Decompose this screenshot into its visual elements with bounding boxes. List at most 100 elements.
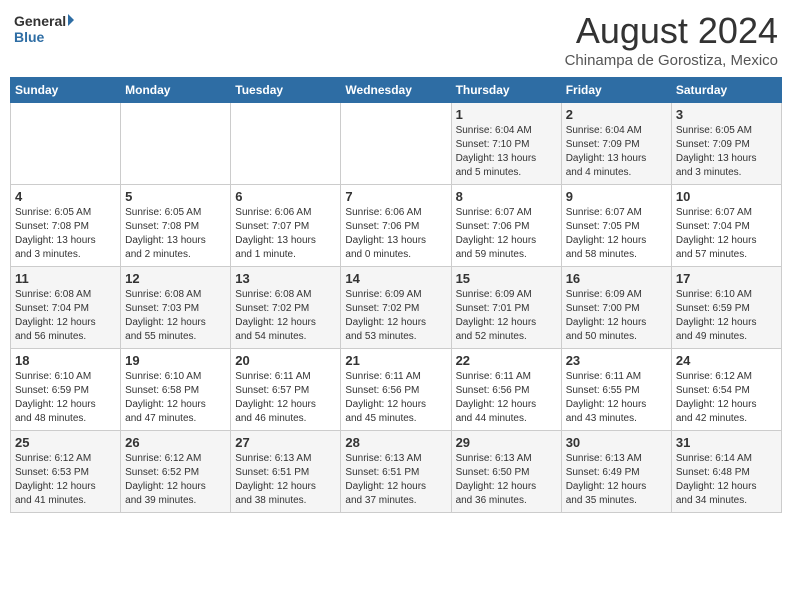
table-cell	[11, 103, 121, 185]
day-number: 5	[125, 189, 226, 204]
day-number: 28	[345, 435, 446, 450]
weekday-header-friday: Friday	[561, 78, 671, 103]
table-cell: 30Sunrise: 6:13 AM Sunset: 6:49 PM Dayli…	[561, 431, 671, 513]
table-cell: 13 Sunrise: 6:08 AM Sunset: 7:02 PM Dayli…	[231, 267, 341, 349]
day-number: 26	[125, 435, 226, 450]
table-cell: 5 Sunrise: 6:05 AM Sunset: 7:08 PM Daylig…	[121, 185, 231, 267]
day-number: 12	[125, 271, 226, 286]
title-block: August 2024 Chinampa de Gorostiza, Mexic…	[565, 10, 778, 69]
day-number: 1	[456, 107, 557, 122]
cell-info: Sunrise: 6:08 AM Sunset: 7:02 PM Dayligh…	[235, 288, 336, 344]
table-cell: 21Sunrise: 6:11 AM Sunset: 6:56 PM Dayli…	[341, 349, 451, 431]
day-number: 21	[345, 353, 446, 368]
week-row-4: 18 Sunrise: 6:10 AM Sunset: 6:59 PM Dayli…	[11, 349, 782, 431]
day-number: 29	[456, 435, 557, 450]
cell-info: Sunrise: 6:14 AM Sunset: 6:48 PM Dayligh…	[676, 452, 777, 508]
cell-info: Sunrise: 6:12 AM Sunset: 6:52 PM Dayligh…	[125, 452, 226, 508]
table-cell: 19Sunrise: 6:10 AM Sunset: 6:58 PM Dayli…	[121, 349, 231, 431]
cell-info: Sunrise: 6:06 AM Sunset: 7:07 PM Dayligh…	[235, 206, 336, 262]
cell-info: Sunrise: 6:09 AM Sunset: 7:00 PM Dayligh…	[566, 288, 667, 344]
table-cell: 12Sunrise: 6:08 AM Sunset: 7:03 PM Dayli…	[121, 267, 231, 349]
table-cell: 6Sunrise: 6:06 AM Sunset: 7:07 PM Daylig…	[231, 185, 341, 267]
day-number: 25	[15, 435, 116, 450]
cell-info: Sunrise: 6:13 AM Sunset: 6:50 PM Dayligh…	[456, 452, 557, 508]
cell-info: Sunrise: 6:05 AM Sunset: 7:08 PM Dayligh…	[125, 206, 226, 262]
table-cell: 29 Sunrise: 6:13 AM Sunset: 6:50 PM Dayli…	[451, 431, 561, 513]
cell-info: Sunrise: 6:04 AM Sunset: 7:10 PM Dayligh…	[456, 124, 557, 180]
svg-text:Blue: Blue	[14, 29, 45, 45]
day-number: 10	[676, 189, 777, 204]
weekday-header-monday: Monday	[121, 78, 231, 103]
table-cell: 1 Sunrise: 6:04 AM Sunset: 7:10 PM Daylig…	[451, 103, 561, 185]
table-cell: 26 Sunrise: 6:12 AM Sunset: 6:52 PM Dayli…	[121, 431, 231, 513]
day-number: 3	[676, 107, 777, 122]
table-cell: 11 Sunrise: 6:08 AM Sunset: 7:04 PM Dayli…	[11, 267, 121, 349]
cell-info: Sunrise: 6:09 AM Sunset: 7:01 PM Dayligh…	[456, 288, 557, 344]
table-cell: 24Sunrise: 6:12 AM Sunset: 6:54 PM Dayli…	[671, 349, 781, 431]
calendar-table: SundayMondayTuesdayWednesdayThursdayFrid…	[10, 77, 782, 513]
table-cell: 28 Sunrise: 6:13 AM Sunset: 6:51 PM Dayli…	[341, 431, 451, 513]
calendar-body: 1 Sunrise: 6:04 AM Sunset: 7:10 PM Daylig…	[11, 103, 782, 513]
table-cell: 20 Sunrise: 6:11 AM Sunset: 6:57 PM Dayli…	[231, 349, 341, 431]
month-year-title: August 2024	[565, 10, 778, 52]
weekday-header-thursday: Thursday	[451, 78, 561, 103]
day-number: 22	[456, 353, 557, 368]
day-number: 31	[676, 435, 777, 450]
logo: General Blue	[14, 10, 74, 50]
cell-info: Sunrise: 6:11 AM Sunset: 6:57 PM Dayligh…	[235, 370, 336, 426]
table-cell: 17Sunrise: 6:10 AM Sunset: 6:59 PM Dayli…	[671, 267, 781, 349]
cell-info: Sunrise: 6:11 AM Sunset: 6:55 PM Dayligh…	[566, 370, 667, 426]
cell-info: Sunrise: 6:04 AM Sunset: 7:09 PM Dayligh…	[566, 124, 667, 180]
cell-info: Sunrise: 6:09 AM Sunset: 7:02 PM Dayligh…	[345, 288, 446, 344]
table-cell: 25 Sunrise: 6:12 AM Sunset: 6:53 PM Dayli…	[11, 431, 121, 513]
calendar-header: SundayMondayTuesdayWednesdayThursdayFrid…	[11, 78, 782, 103]
table-cell	[121, 103, 231, 185]
table-cell: 23Sunrise: 6:11 AM Sunset: 6:55 PM Dayli…	[561, 349, 671, 431]
page-header: General Blue August 2024 Chinampa de Gor…	[10, 10, 782, 69]
day-number: 20	[235, 353, 336, 368]
weekday-header-row: SundayMondayTuesdayWednesdayThursdayFrid…	[11, 78, 782, 103]
table-cell	[231, 103, 341, 185]
day-number: 4	[15, 189, 116, 204]
table-cell: 3 Sunrise: 6:05 AM Sunset: 7:09 PM Daylig…	[671, 103, 781, 185]
day-number: 11	[15, 271, 116, 286]
svg-text:General: General	[14, 13, 66, 29]
location-subtitle: Chinampa de Gorostiza, Mexico	[565, 52, 778, 69]
day-number: 24	[676, 353, 777, 368]
table-cell: 8Sunrise: 6:07 AM Sunset: 7:06 PM Daylig…	[451, 185, 561, 267]
table-cell: 2 Sunrise: 6:04 AM Sunset: 7:09 PM Daylig…	[561, 103, 671, 185]
cell-info: Sunrise: 6:10 AM Sunset: 6:59 PM Dayligh…	[15, 370, 116, 426]
cell-info: Sunrise: 6:10 AM Sunset: 6:58 PM Dayligh…	[125, 370, 226, 426]
day-number: 15	[456, 271, 557, 286]
day-number: 2	[566, 107, 667, 122]
cell-info: Sunrise: 6:12 AM Sunset: 6:53 PM Dayligh…	[15, 452, 116, 508]
table-cell: 16Sunrise: 6:09 AM Sunset: 7:00 PM Dayli…	[561, 267, 671, 349]
table-cell	[341, 103, 451, 185]
cell-info: Sunrise: 6:06 AM Sunset: 7:06 PM Dayligh…	[345, 206, 446, 262]
day-number: 14	[345, 271, 446, 286]
cell-info: Sunrise: 6:07 AM Sunset: 7:05 PM Dayligh…	[566, 206, 667, 262]
cell-info: Sunrise: 6:11 AM Sunset: 6:56 PM Dayligh…	[456, 370, 557, 426]
table-cell: 22 Sunrise: 6:11 AM Sunset: 6:56 PM Dayli…	[451, 349, 561, 431]
logo-icon: General Blue	[14, 10, 74, 50]
day-number: 30	[566, 435, 667, 450]
week-row-3: 11 Sunrise: 6:08 AM Sunset: 7:04 PM Dayli…	[11, 267, 782, 349]
day-number: 18	[15, 353, 116, 368]
table-cell: 14 Sunrise: 6:09 AM Sunset: 7:02 PM Dayli…	[341, 267, 451, 349]
cell-info: Sunrise: 6:07 AM Sunset: 7:06 PM Dayligh…	[456, 206, 557, 262]
table-cell: 7Sunrise: 6:06 AM Sunset: 7:06 PM Daylig…	[341, 185, 451, 267]
cell-info: Sunrise: 6:08 AM Sunset: 7:04 PM Dayligh…	[15, 288, 116, 344]
cell-info: Sunrise: 6:07 AM Sunset: 7:04 PM Dayligh…	[676, 206, 777, 262]
table-cell: 31 Sunrise: 6:14 AM Sunset: 6:48 PM Dayli…	[671, 431, 781, 513]
table-cell: 18 Sunrise: 6:10 AM Sunset: 6:59 PM Dayli…	[11, 349, 121, 431]
cell-info: Sunrise: 6:05 AM Sunset: 7:09 PM Dayligh…	[676, 124, 777, 180]
table-cell: 27Sunrise: 6:13 AM Sunset: 6:51 PM Dayli…	[231, 431, 341, 513]
table-cell: 9Sunrise: 6:07 AM Sunset: 7:05 PM Daylig…	[561, 185, 671, 267]
day-number: 13	[235, 271, 336, 286]
cell-info: Sunrise: 6:13 AM Sunset: 6:51 PM Dayligh…	[235, 452, 336, 508]
week-row-2: 4 Sunrise: 6:05 AM Sunset: 7:08 PM Daylig…	[11, 185, 782, 267]
table-cell: 4Sunrise: 6:05 AM Sunset: 7:08 PM Daylig…	[11, 185, 121, 267]
cell-info: Sunrise: 6:13 AM Sunset: 6:51 PM Dayligh…	[345, 452, 446, 508]
weekday-header-saturday: Saturday	[671, 78, 781, 103]
week-row-5: 25 Sunrise: 6:12 AM Sunset: 6:53 PM Dayli…	[11, 431, 782, 513]
